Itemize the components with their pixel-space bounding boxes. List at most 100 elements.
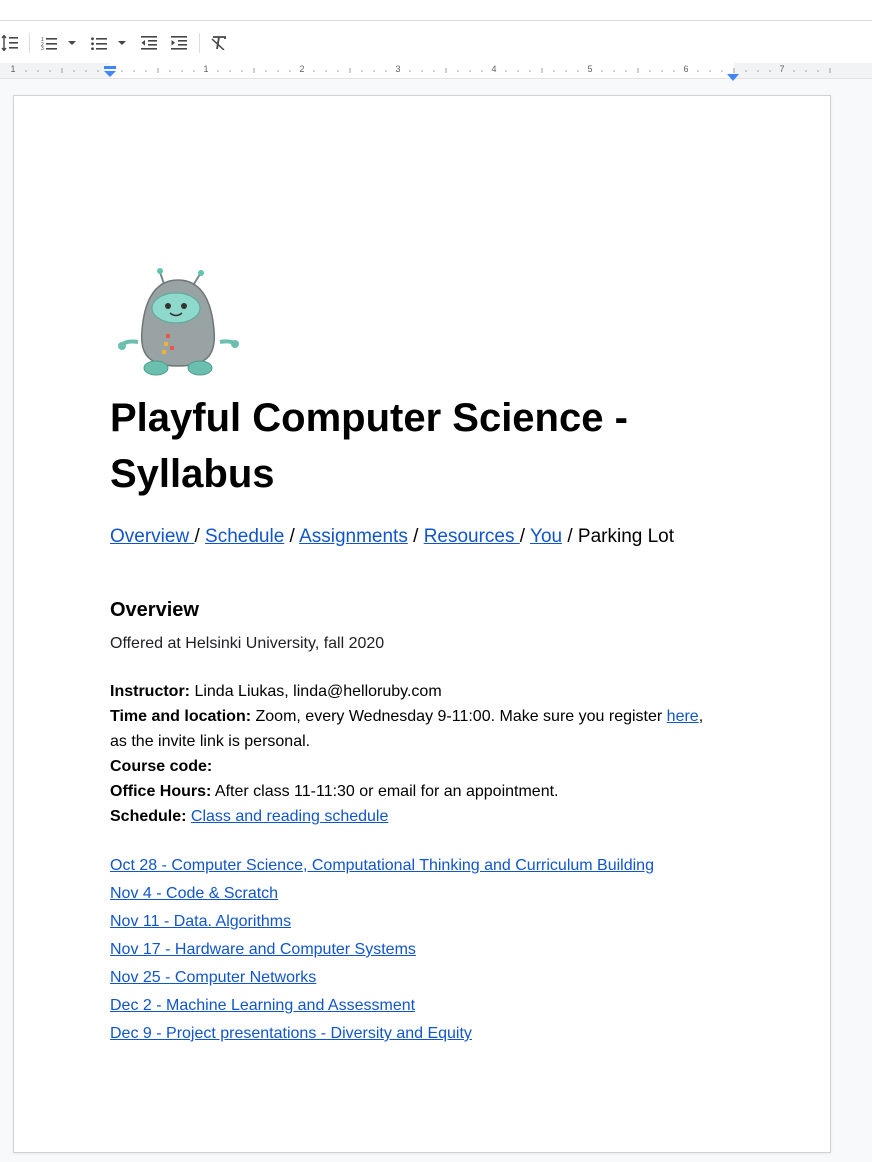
nav-link-overview[interactable]: Overview — [110, 526, 194, 547]
ruler-tick — [757, 70, 759, 72]
schedule-label: Schedule: — [110, 808, 187, 825]
instructor-row: Instructor: Linda Liukas, linda@hellorub… — [110, 679, 734, 704]
nav-link-resources[interactable]: Resources — [424, 526, 520, 547]
nav-link-schedule[interactable]: Schedule — [205, 526, 284, 547]
ruler-tick — [469, 70, 471, 72]
ruler-number: 5 — [587, 64, 593, 74]
list-item: Oct 28 - Computer Science, Computational… — [110, 852, 654, 880]
list-item: Dec 9 - Project presentations - Diversit… — [110, 1020, 654, 1048]
session-link[interactable]: Dec 2 - Machine Learning and Assessment — [110, 997, 415, 1014]
session-link[interactable]: Nov 25 - Computer Networks — [110, 969, 316, 986]
course-code-row: Course code: — [110, 754, 734, 779]
ruler-tick — [169, 70, 171, 72]
ruler-tick — [553, 70, 555, 72]
ruler-tick — [133, 70, 135, 72]
document-title: Playful Computer Science - Syllabus — [110, 396, 628, 496]
toolbar-separator — [29, 33, 30, 53]
instructor-value: Linda Liukas, linda@helloruby.com — [190, 683, 442, 700]
ruler-tick — [673, 70, 675, 72]
numbered-list-dropdown-icon[interactable] — [66, 31, 78, 55]
ruler-tick — [97, 70, 99, 72]
ruler-tick — [433, 70, 435, 72]
office-hours-value: After class 11-11:30 or email for an app… — [211, 783, 559, 800]
ruler-number: 6 — [683, 64, 689, 74]
horizontal-ruler[interactable]: 1 1 2 3 4 5 6 7 — [0, 63, 872, 81]
ruler-tick — [49, 70, 51, 72]
session-link[interactable]: Oct 28 - Computer Science, Computational… — [110, 857, 654, 874]
list-item: Nov 17 - Hardware and Computer Systems — [110, 936, 654, 964]
increase-indent-icon[interactable] — [170, 31, 188, 55]
session-list: Oct 28 - Computer Science, Computational… — [110, 852, 654, 1048]
ruler-tick — [601, 70, 603, 72]
ruler-tick — [145, 70, 147, 72]
document-page[interactable]: Playful Computer Science - Syllabus Over… — [14, 96, 830, 1152]
nav-link-assignments[interactable]: Assignments — [299, 526, 408, 547]
list-item: Dec 2 - Machine Learning and Assessment — [110, 992, 654, 1020]
left-indent-marker-icon[interactable] — [103, 65, 117, 83]
line-spacing-icon[interactable] — [0, 31, 20, 55]
instructor-label: Instructor: — [110, 683, 190, 700]
ruler-tick — [313, 70, 315, 72]
ruler-tick — [265, 70, 267, 72]
ruler-tick — [793, 70, 795, 72]
ruler-tick — [241, 70, 243, 72]
ruler-tick — [577, 70, 579, 72]
toolbar-separator — [199, 33, 200, 53]
ruler-tick — [421, 70, 423, 72]
ruler-tick — [361, 70, 363, 72]
ruler-tick — [565, 70, 567, 72]
ruler-tick — [805, 70, 807, 72]
ruler-tick — [613, 70, 615, 72]
ruler-number: 1 — [10, 64, 16, 74]
ruler-ticks — [25, 68, 831, 73]
ruler-number: 7 — [779, 64, 785, 74]
session-link[interactable]: Nov 17 - Hardware and Computer Systems — [110, 941, 416, 958]
time-location-row-continued: as the invite link is personal. — [110, 733, 311, 750]
bulleted-list-icon[interactable] — [90, 31, 108, 55]
ruler-tick — [709, 70, 711, 72]
ruler-tick — [769, 70, 771, 72]
ruler-tick — [277, 70, 279, 72]
session-link[interactable]: Dec 9 - Project presentations - Diversit… — [110, 1025, 472, 1042]
session-link[interactable]: Nov 11 - Data. Algorithms — [110, 913, 291, 930]
ruler-tick — [373, 70, 375, 72]
ruler-number: 2 — [299, 64, 305, 74]
schedule-link[interactable]: Class and reading schedule — [191, 808, 388, 825]
ruler-tick — [25, 70, 27, 72]
ruler-number: 3 — [395, 64, 401, 74]
ruler-tick — [85, 70, 87, 72]
course-details: Instructor: Linda Liukas, linda@hellorub… — [110, 679, 734, 829]
ruler-tick — [325, 70, 327, 72]
register-here-link[interactable]: here — [667, 708, 699, 725]
list-item: Nov 4 - Code & Scratch — [110, 880, 654, 908]
section-nav: Overview / Schedule / Assignments / Reso… — [110, 526, 674, 548]
overview-heading: Overview — [110, 599, 199, 621]
session-link[interactable]: Nov 4 - Code & Scratch — [110, 885, 278, 902]
ruler-tick — [37, 70, 39, 72]
office-hours-label: Office Hours: — [110, 783, 212, 800]
nav-link-you[interactable]: You — [530, 526, 562, 547]
time-location-comma: , — [698, 708, 704, 725]
ruler-tick — [529, 70, 531, 72]
right-indent-marker-icon[interactable] — [727, 69, 739, 87]
clear-formatting-icon[interactable] — [210, 31, 228, 55]
time-location-value: Zoom, every Wednesday 9-11:00. Make sure… — [251, 708, 667, 725]
nav-separator: / — [519, 526, 531, 547]
offered-text: Offered at Helsinki University, fall 202… — [110, 635, 385, 652]
time-location-row: Time and location: Zoom, every Wednesday… — [110, 704, 734, 729]
decrease-indent-icon[interactable] — [140, 31, 158, 55]
bulleted-list-dropdown-icon[interactable] — [116, 31, 128, 55]
ruler-tick — [745, 70, 747, 72]
ruler-tick — [229, 70, 231, 72]
ruler-tick — [385, 70, 387, 72]
ruler-tick — [505, 70, 507, 72]
numbered-list-icon[interactable]: 123 — [40, 31, 58, 55]
ruler-tick — [517, 70, 519, 72]
ruler-tick — [337, 70, 339, 72]
ruler-tick — [625, 70, 627, 72]
course-code-label: Course code: — [110, 758, 213, 775]
ruler-tick — [649, 70, 651, 72]
ruler-tick — [481, 70, 483, 72]
nav-separator: / — [407, 526, 424, 547]
ruler-tick — [73, 70, 75, 72]
